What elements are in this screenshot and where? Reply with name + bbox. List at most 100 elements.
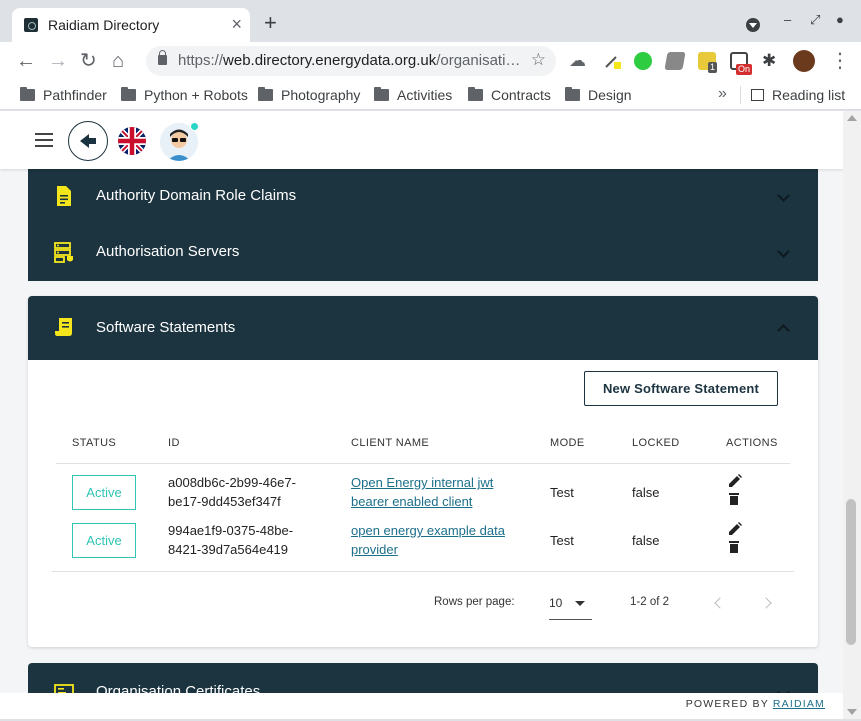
online-status-dot xyxy=(190,122,199,131)
tab-close-icon[interactable]: × xyxy=(231,14,242,34)
green-extension-icon[interactable] xyxy=(634,52,652,70)
reading-list-icon xyxy=(751,89,764,101)
previous-page-icon[interactable] xyxy=(714,597,726,609)
powered-by-text: POWERED BY RAIDIAM xyxy=(685,698,825,710)
bookmark-design[interactable]: Design xyxy=(565,87,632,103)
locked-value: false xyxy=(632,533,660,548)
column-header-mode[interactable]: MODE xyxy=(550,437,585,449)
status-badge: Active xyxy=(72,523,136,558)
browser-toolbar: ← → ↻ ⌂ https://web.directory.energydata… xyxy=(0,42,861,80)
scrollbar-thumb[interactable] xyxy=(846,499,856,645)
browser-menu-icon[interactable]: ⋮ xyxy=(830,50,850,72)
tab-search-icon[interactable] xyxy=(746,18,760,32)
raidiam-link[interactable]: RAIDIAM xyxy=(773,698,825,710)
section-authorisation-servers[interactable]: Authorisation Servers xyxy=(28,225,818,281)
folder-icon xyxy=(468,87,483,101)
chevron-down-icon[interactable] xyxy=(777,245,790,258)
window-extension-icon[interactable]: On xyxy=(730,52,753,75)
rows-per-page-select[interactable]: 10 xyxy=(549,590,592,620)
mode-value: Test xyxy=(550,533,574,548)
minimize-icon[interactable]: – xyxy=(784,12,791,27)
lock-icon xyxy=(158,50,167,65)
software-statements-title: Software Statements xyxy=(96,319,236,336)
bookmark-photography[interactable]: Photography xyxy=(258,87,360,103)
close-window-icon[interactable]: ● xyxy=(836,12,844,27)
pagination-range: 1-2 of 2 xyxy=(630,596,669,608)
reading-list-button[interactable]: Reading list xyxy=(751,87,845,103)
puzzle-extensions-icon[interactable]: ✱ xyxy=(762,50,776,72)
new-software-statement-button[interactable]: New Software Statement xyxy=(584,371,778,406)
bookmark-contracts[interactable]: Contracts xyxy=(468,87,551,103)
document-icon xyxy=(57,186,71,206)
folder-icon xyxy=(565,87,580,101)
section-authority-domain-role-claims[interactable]: Authority Domain Role Claims xyxy=(28,169,818,225)
software-statements-header[interactable]: Software Statements xyxy=(28,296,818,360)
uk-flag-icon[interactable] xyxy=(118,127,146,155)
page-scrollbar[interactable] xyxy=(843,111,861,719)
cloud-icon[interactable]: ☁ xyxy=(569,50,586,72)
caret-down-icon xyxy=(575,601,585,606)
status-badge: Active xyxy=(72,475,136,510)
next-page-icon[interactable] xyxy=(760,597,772,609)
statement-id: a008db6c-2b99-46e7- be17-9dd453ef347f xyxy=(168,475,296,509)
folder-icon xyxy=(374,87,389,101)
home-icon[interactable]: ⌂ xyxy=(112,50,124,72)
chevron-up-icon[interactable] xyxy=(777,324,790,337)
folder-icon xyxy=(121,87,136,101)
browser-tab[interactable]: Raidiam Directory × xyxy=(12,8,250,42)
column-header-status[interactable]: STATUS xyxy=(72,437,116,449)
app-header xyxy=(0,111,843,169)
bookmark-activities[interactable]: Activities xyxy=(374,87,452,103)
forward-arrow-icon[interactable]: → xyxy=(48,50,68,72)
tab-title: Raidiam Directory xyxy=(48,17,160,33)
table-bottom-divider xyxy=(52,571,794,572)
scroll-up-icon[interactable] xyxy=(847,115,857,121)
locked-value: false xyxy=(632,485,660,500)
new-tab-icon[interactable]: + xyxy=(264,12,277,34)
bookmark-pathfinder[interactable]: Pathfinder xyxy=(20,87,107,103)
column-header-client-name[interactable]: CLIENT NAME xyxy=(351,437,429,449)
client-name-link[interactable]: Open Energy internal jwt bearer enabled c… xyxy=(351,473,493,511)
mode-value: Test xyxy=(550,485,574,500)
eyedropper-extension-icon[interactable] xyxy=(603,52,621,70)
more-bookmarks-icon[interactable]: » xyxy=(718,85,727,103)
hamburger-menu-icon[interactable] xyxy=(35,133,53,147)
profile-avatar-icon[interactable] xyxy=(793,50,815,72)
chevron-down-icon[interactable] xyxy=(777,189,790,202)
column-header-actions: ACTIONS xyxy=(726,437,778,449)
folder-icon xyxy=(20,87,35,101)
section-label: Authorisation Servers xyxy=(96,243,240,260)
back-arrow-icon[interactable]: ← xyxy=(16,50,36,72)
software-statements-card: Software Statements New Software Stateme… xyxy=(28,296,818,647)
raidiam-favicon-icon xyxy=(24,18,38,32)
client-name-link[interactable]: open energy example data provider xyxy=(351,521,505,559)
bookmarks-bar: Pathfinder Python + Robots Photography A… xyxy=(0,80,861,110)
scroll-down-icon[interactable] xyxy=(847,709,857,715)
bookmarks-divider xyxy=(740,86,741,104)
browser-titlebar: Raidiam Directory × + – ⤢ ● xyxy=(0,0,861,42)
column-header-id[interactable]: ID xyxy=(168,437,180,449)
comment-extension-icon[interactable]: 1 xyxy=(698,52,718,73)
maximize-icon[interactable]: ⤢ xyxy=(810,12,820,28)
rows-per-page-value: 10 xyxy=(549,596,563,610)
bookmark-python-robots[interactable]: Python + Robots xyxy=(121,87,248,103)
delete-trash-icon[interactable] xyxy=(729,540,739,553)
reload-icon[interactable]: ↻ xyxy=(80,50,97,72)
scroll-icon xyxy=(55,318,72,336)
address-bar[interactable]: https://web.directory.energydata.org.uk/… xyxy=(146,46,556,76)
statement-id: 994ae1f9-0375-48be- 8421-39d7a564e419 xyxy=(168,523,294,557)
url-text: https://web.directory.energydata.org.uk/… xyxy=(178,52,521,69)
table-divider xyxy=(56,463,790,464)
rows-per-page-label: Rows per page: xyxy=(434,596,515,608)
collapsed-sections-panel: Authority Domain Role Claims Authorisati… xyxy=(28,169,818,281)
bookmark-star-icon[interactable]: ☆ xyxy=(531,50,546,70)
delete-trash-icon[interactable] xyxy=(729,492,739,505)
column-header-locked[interactable]: LOCKED xyxy=(632,437,680,449)
folder-icon xyxy=(258,87,273,101)
edit-pencil-icon[interactable] xyxy=(728,522,742,536)
grey-extension-icon[interactable] xyxy=(664,52,686,70)
section-label: Authority Domain Role Claims xyxy=(96,187,297,204)
edit-pencil-icon[interactable] xyxy=(728,474,742,488)
back-button[interactable] xyxy=(68,121,108,161)
page-footer: POWERED BY RAIDIAM xyxy=(0,693,843,719)
